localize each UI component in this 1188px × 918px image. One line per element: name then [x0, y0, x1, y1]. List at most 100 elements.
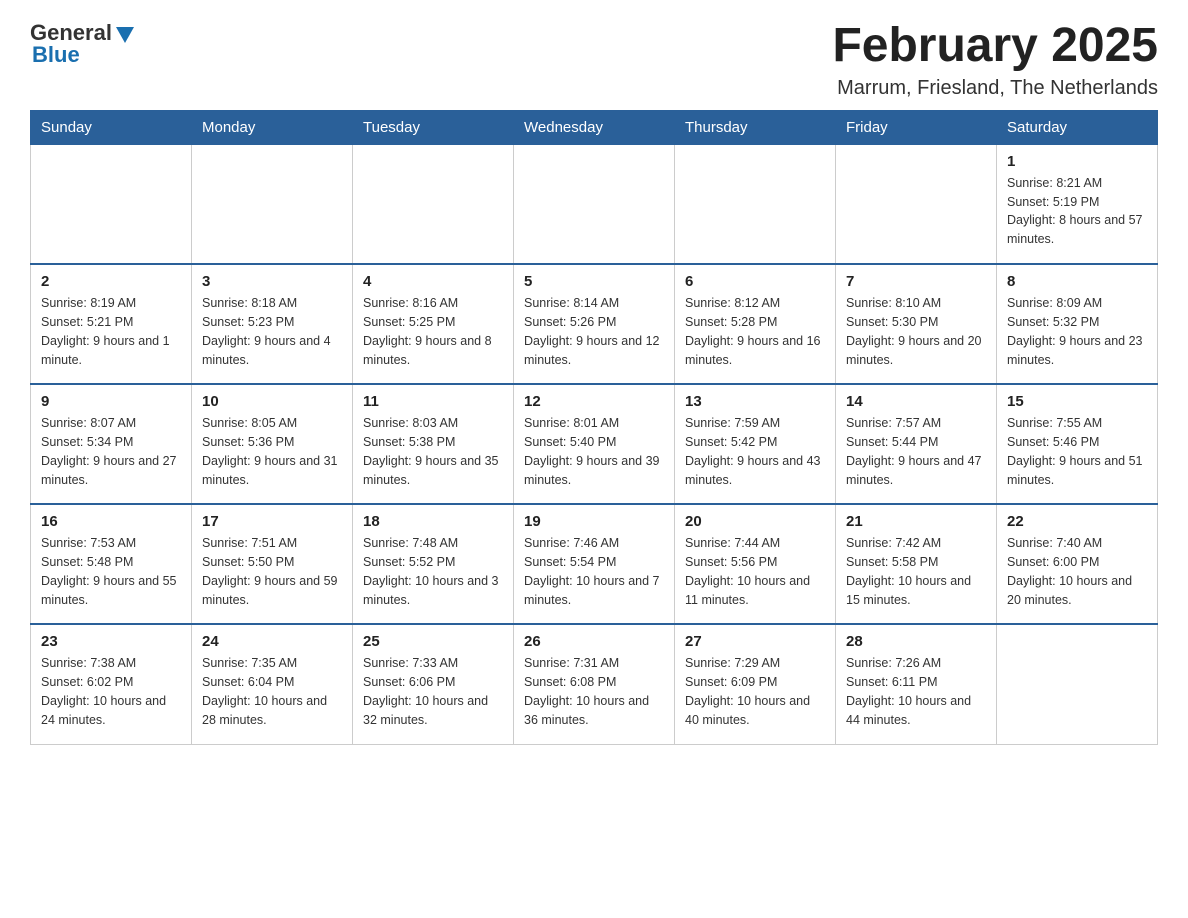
- day-info: Sunrise: 8:12 AM Sunset: 5:28 PM Dayligh…: [685, 294, 825, 369]
- day-number: 15: [1007, 393, 1147, 410]
- day-info: Sunrise: 8:16 AM Sunset: 5:25 PM Dayligh…: [363, 294, 503, 369]
- calendar-day-cell: 6 Sunrise: 8:12 AM Sunset: 5:28 PM Daylig…: [675, 264, 836, 384]
- calendar-day-cell: [997, 624, 1158, 744]
- day-info: Sunrise: 8:09 AM Sunset: 5:32 PM Dayligh…: [1007, 294, 1147, 369]
- day-info: Sunrise: 8:10 AM Sunset: 5:30 PM Dayligh…: [846, 294, 986, 369]
- calendar-day-cell: 19Sunrise: 7:46 AM Sunset: 5:54 PM Dayli…: [514, 504, 675, 624]
- day-info: Sunrise: 7:51 AM Sunset: 5:50 PM Dayligh…: [202, 534, 342, 609]
- day-number: 6: [685, 273, 825, 290]
- calendar-day-cell: 7 Sunrise: 8:10 AM Sunset: 5:30 PM Daylig…: [836, 264, 997, 384]
- day-of-week-header: Wednesday: [514, 110, 675, 144]
- day-of-week-header: Saturday: [997, 110, 1158, 144]
- day-number: 20: [685, 513, 825, 530]
- day-number: 9: [41, 393, 181, 410]
- calendar-table: SundayMondayTuesdayWednesdayThursdayFrid…: [30, 110, 1158, 745]
- day-number: 10: [202, 393, 342, 410]
- day-of-week-header: Thursday: [675, 110, 836, 144]
- day-number: 5: [524, 273, 664, 290]
- day-number: 4: [363, 273, 503, 290]
- day-info: Sunrise: 8:01 AM Sunset: 5:40 PM Dayligh…: [524, 414, 664, 489]
- day-info: Sunrise: 8:07 AM Sunset: 5:34 PM Dayligh…: [41, 414, 181, 489]
- day-info: Sunrise: 7:53 AM Sunset: 5:48 PM Dayligh…: [41, 534, 181, 609]
- day-info: Sunrise: 7:38 AM Sunset: 6:02 PM Dayligh…: [41, 654, 181, 729]
- calendar-week-row: 9 Sunrise: 8:07 AM Sunset: 5:34 PM Daylig…: [31, 384, 1158, 504]
- calendar-day-cell: [675, 144, 836, 264]
- day-number: 12: [524, 393, 664, 410]
- day-info: Sunrise: 7:55 AM Sunset: 5:46 PM Dayligh…: [1007, 414, 1147, 489]
- calendar-day-cell: 22 Sunrise: 7:40 AM Sunset: 6:00 PM Dayli…: [997, 504, 1158, 624]
- day-number: 7: [846, 273, 986, 290]
- calendar-day-cell: 15 Sunrise: 7:55 AM Sunset: 5:46 PM Dayli…: [997, 384, 1158, 504]
- day-info: Sunrise: 7:35 AM Sunset: 6:04 PM Dayligh…: [202, 654, 342, 729]
- calendar-day-cell: 3Sunrise: 8:18 AM Sunset: 5:23 PM Daylig…: [192, 264, 353, 384]
- calendar-day-cell: 12 Sunrise: 8:01 AM Sunset: 5:40 PM Dayli…: [514, 384, 675, 504]
- day-info: Sunrise: 7:33 AM Sunset: 6:06 PM Dayligh…: [363, 654, 503, 729]
- day-number: 14: [846, 393, 986, 410]
- day-info: Sunrise: 7:57 AM Sunset: 5:44 PM Dayligh…: [846, 414, 986, 489]
- day-number: 2: [41, 273, 181, 290]
- calendar-day-cell: 16 Sunrise: 7:53 AM Sunset: 5:48 PM Dayli…: [31, 504, 192, 624]
- day-number: 17: [202, 513, 342, 530]
- calendar-week-row: 16 Sunrise: 7:53 AM Sunset: 5:48 PM Dayli…: [31, 504, 1158, 624]
- day-of-week-header: Tuesday: [353, 110, 514, 144]
- day-number: 1: [1007, 153, 1147, 170]
- calendar-day-cell: [353, 144, 514, 264]
- day-info: Sunrise: 8:03 AM Sunset: 5:38 PM Dayligh…: [363, 414, 503, 489]
- calendar-day-cell: 11 Sunrise: 8:03 AM Sunset: 5:38 PM Dayli…: [353, 384, 514, 504]
- calendar-day-cell: 1Sunrise: 8:21 AM Sunset: 5:19 PM Daylig…: [997, 144, 1158, 264]
- page-header: General Blue February 2025 Marrum, Fries…: [30, 20, 1158, 100]
- calendar-day-cell: 26Sunrise: 7:31 AM Sunset: 6:08 PM Dayli…: [514, 624, 675, 744]
- day-number: 13: [685, 393, 825, 410]
- day-number: 26: [524, 633, 664, 650]
- day-number: 18: [363, 513, 503, 530]
- logo: General Blue: [30, 20, 136, 68]
- calendar-week-row: 1Sunrise: 8:21 AM Sunset: 5:19 PM Daylig…: [31, 144, 1158, 264]
- day-info: Sunrise: 7:48 AM Sunset: 5:52 PM Dayligh…: [363, 534, 503, 609]
- calendar-day-cell: [192, 144, 353, 264]
- title-block: February 2025 Marrum, Friesland, The Net…: [832, 20, 1158, 100]
- calendar-day-cell: [836, 144, 997, 264]
- day-of-week-header: Monday: [192, 110, 353, 144]
- day-info: Sunrise: 7:42 AM Sunset: 5:58 PM Dayligh…: [846, 534, 986, 609]
- day-info: Sunrise: 8:14 AM Sunset: 5:26 PM Dayligh…: [524, 294, 664, 369]
- calendar-day-cell: 24Sunrise: 7:35 AM Sunset: 6:04 PM Dayli…: [192, 624, 353, 744]
- calendar-day-cell: 13Sunrise: 7:59 AM Sunset: 5:42 PM Dayli…: [675, 384, 836, 504]
- day-info: Sunrise: 8:05 AM Sunset: 5:36 PM Dayligh…: [202, 414, 342, 489]
- calendar-day-cell: 14 Sunrise: 7:57 AM Sunset: 5:44 PM Dayli…: [836, 384, 997, 504]
- calendar-day-cell: 2 Sunrise: 8:19 AM Sunset: 5:21 PM Daylig…: [31, 264, 192, 384]
- day-number: 19: [524, 513, 664, 530]
- calendar-week-row: 2 Sunrise: 8:19 AM Sunset: 5:21 PM Daylig…: [31, 264, 1158, 384]
- day-info: Sunrise: 7:40 AM Sunset: 6:00 PM Dayligh…: [1007, 534, 1147, 609]
- calendar-day-cell: 21 Sunrise: 7:42 AM Sunset: 5:58 PM Dayli…: [836, 504, 997, 624]
- day-info: Sunrise: 8:19 AM Sunset: 5:21 PM Dayligh…: [41, 294, 181, 369]
- location-subtitle: Marrum, Friesland, The Netherlands: [832, 77, 1158, 100]
- day-number: 11: [363, 393, 503, 410]
- logo-blue-text: Blue: [32, 42, 80, 68]
- calendar-day-cell: [514, 144, 675, 264]
- calendar-day-cell: 10 Sunrise: 8:05 AM Sunset: 5:36 PM Dayli…: [192, 384, 353, 504]
- day-number: 21: [846, 513, 986, 530]
- day-number: 16: [41, 513, 181, 530]
- day-number: 22: [1007, 513, 1147, 530]
- calendar-day-cell: [31, 144, 192, 264]
- day-of-week-header: Sunday: [31, 110, 192, 144]
- calendar-week-row: 23 Sunrise: 7:38 AM Sunset: 6:02 PM Dayli…: [31, 624, 1158, 744]
- calendar-day-cell: 17 Sunrise: 7:51 AM Sunset: 5:50 PM Dayli…: [192, 504, 353, 624]
- calendar-day-cell: 25Sunrise: 7:33 AM Sunset: 6:06 PM Dayli…: [353, 624, 514, 744]
- day-number: 28: [846, 633, 986, 650]
- calendar-header-row: SundayMondayTuesdayWednesdayThursdayFrid…: [31, 110, 1158, 144]
- calendar-day-cell: 27Sunrise: 7:29 AM Sunset: 6:09 PM Dayli…: [675, 624, 836, 744]
- calendar-day-cell: 23 Sunrise: 7:38 AM Sunset: 6:02 PM Dayli…: [31, 624, 192, 744]
- calendar-day-cell: 5 Sunrise: 8:14 AM Sunset: 5:26 PM Daylig…: [514, 264, 675, 384]
- calendar-day-cell: 18 Sunrise: 7:48 AM Sunset: 5:52 PM Dayli…: [353, 504, 514, 624]
- day-of-week-header: Friday: [836, 110, 997, 144]
- month-title: February 2025: [832, 20, 1158, 73]
- calendar-day-cell: 20 Sunrise: 7:44 AM Sunset: 5:56 PM Dayli…: [675, 504, 836, 624]
- day-info: Sunrise: 7:44 AM Sunset: 5:56 PM Dayligh…: [685, 534, 825, 609]
- day-number: 23: [41, 633, 181, 650]
- logo-triangle-icon: [114, 23, 136, 45]
- day-info: Sunrise: 7:29 AM Sunset: 6:09 PM Dayligh…: [685, 654, 825, 729]
- calendar-day-cell: 8Sunrise: 8:09 AM Sunset: 5:32 PM Daylig…: [997, 264, 1158, 384]
- day-info: Sunrise: 8:18 AM Sunset: 5:23 PM Dayligh…: [202, 294, 342, 369]
- calendar-day-cell: 4 Sunrise: 8:16 AM Sunset: 5:25 PM Daylig…: [353, 264, 514, 384]
